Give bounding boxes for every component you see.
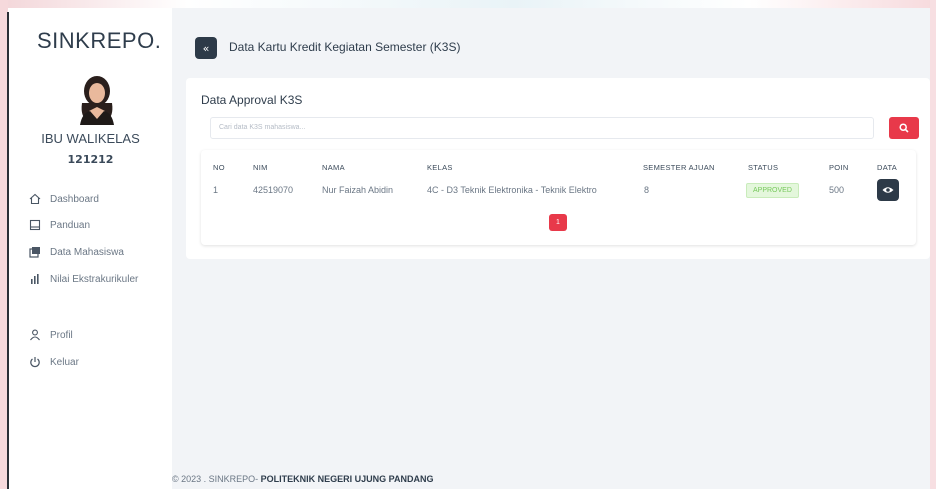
footer-copyright: © 2023 . SINKREPO- [172, 474, 261, 484]
column-header: KELAS [427, 163, 453, 172]
footer-org: POLITEKNIK NEGERI UJUNG PANDANG [260, 474, 434, 484]
books-icon [29, 247, 40, 258]
sidebar-item-dashboard[interactable]: Dashboard [29, 190, 169, 208]
cell-no: 1 [213, 185, 219, 195]
search-button[interactable] [889, 117, 919, 139]
cell-nim: 42519070 [253, 185, 294, 195]
cell-nama: Nur Faizah Abidin [322, 185, 394, 195]
sidebar-item-label: Keluar [50, 356, 79, 368]
footer: © 2023 . SINKREPO- POLITEKNIK NEGERI UJU… [172, 474, 434, 484]
sidebar-item-data-mahasiswa[interactable]: Data Mahasiswa [29, 243, 169, 261]
search-input[interactable]: Cari data K3S mahasiswa... [210, 117, 874, 139]
column-header: POIN [829, 163, 849, 172]
home-icon [29, 193, 41, 205]
right-edge-decoration [930, 0, 936, 489]
column-header: SEMESTER AJUAN [643, 163, 715, 172]
approval-table: NO NIM NAMA KELAS SEMESTER AJUAN STATUS … [201, 150, 916, 245]
user-id: 121212 [67, 153, 114, 166]
approval-card: Data Approval K3S Cari data K3S mahasisw… [186, 78, 930, 259]
card-title: Data Approval K3S [201, 93, 303, 107]
pagination-page-1[interactable]: 1 [549, 214, 567, 231]
user-name: IBU WALIKELAS [41, 131, 140, 146]
sidebar-item-profil[interactable]: Profil [29, 326, 169, 344]
eye-icon [882, 187, 894, 193]
avatar [80, 76, 114, 125]
column-header: NAMA [322, 163, 345, 172]
sidebar-item-panduan[interactable]: Panduan [29, 216, 169, 234]
column-header: NIM [253, 163, 268, 172]
user-icon [30, 329, 40, 341]
back-button[interactable]: « [195, 37, 217, 59]
column-header: STATUS [748, 163, 779, 172]
view-data-button[interactable] [877, 179, 899, 201]
book-icon [29, 219, 41, 231]
sidebar-item-label: Panduan [50, 219, 91, 231]
sidebar-item-label: Data Mahasiswa [50, 246, 124, 258]
sidebar-item-label: Profil [50, 329, 73, 341]
status-badge: APPROVED [746, 183, 799, 198]
sidebar-item-label: Nilai Ekstrakurikuler [50, 273, 139, 285]
search-icon [899, 123, 909, 133]
cell-semester: 8 [644, 185, 650, 195]
column-header: DATA [877, 163, 898, 172]
sidebar-item-nilai-ekstrakurikuler[interactable]: Nilai Ekstrakurikuler [29, 270, 169, 288]
bar-chart-icon [31, 274, 39, 284]
left-edge-line [7, 12, 9, 489]
search-placeholder: Cari data K3S mahasiswa... [219, 124, 306, 131]
main-content: « Data Kartu Kredit Kegiatan Semester (K… [172, 8, 930, 489]
sidebar: SINKREPO. IBU WALIKELAS 121212 Dashboard… [9, 8, 172, 489]
sidebar-item-label: Dashboard [50, 193, 99, 205]
column-header: NO [213, 163, 225, 172]
cell-kelas: 4C - D3 Teknik Elektronika - Teknik Elek… [427, 185, 597, 195]
page-title: Data Kartu Kredit Kegiatan Semester (K3S… [229, 40, 461, 54]
brand-logo[interactable]: SINKREPO. [37, 28, 161, 54]
sidebar-item-keluar[interactable]: Keluar [29, 353, 169, 371]
top-border-decoration [0, 0, 936, 8]
cell-poin: 500 [829, 185, 845, 195]
power-icon [30, 357, 40, 368]
